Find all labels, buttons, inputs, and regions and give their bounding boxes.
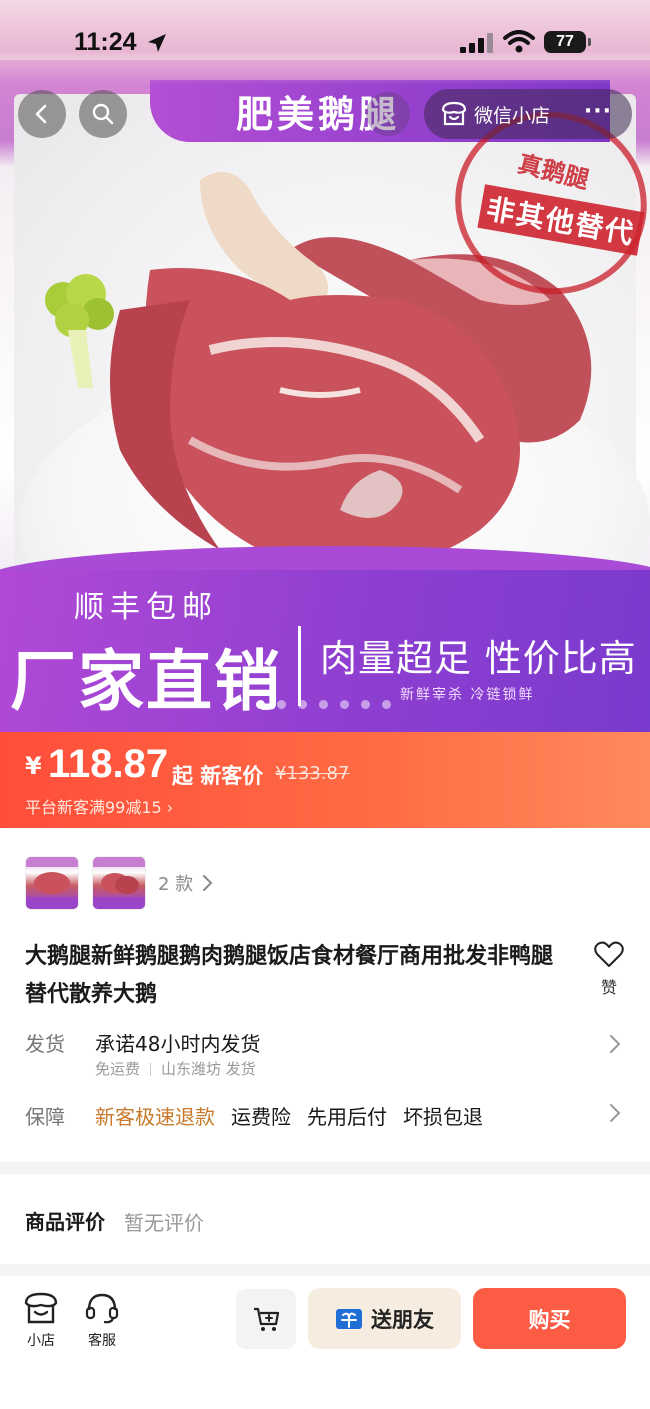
customer-service-button[interactable]: 客服 <box>84 1292 120 1350</box>
shipping-promise[interactable]: 承诺48小时内发货 <box>95 1028 260 1057</box>
price-currency: ¥ <box>25 752 42 780</box>
variant-count[interactable]: 2 款 <box>158 870 193 896</box>
headset-icon <box>85 1293 119 1324</box>
price-value: 118.87 <box>48 742 169 786</box>
shop-icon <box>441 101 467 126</box>
hero-divider <box>298 626 301 706</box>
guarantee-tag-damage-refund: 坏损包退 <box>403 1105 483 1129</box>
variant-thumbnail[interactable] <box>92 856 146 910</box>
variant-image <box>93 857 145 909</box>
shop-nav-label: 小店 <box>27 1333 55 1349</box>
like-button[interactable]: 赞 <box>594 940 624 998</box>
status-time: 11:24 <box>74 28 137 56</box>
shipping-label: 发货 <box>25 1032 65 1056</box>
guarantee-tag-shipping-insurance: 运费险 <box>231 1105 291 1129</box>
price-bar: ¥ 118.87 起 新客价 ¥133.87 平台新客满99减15 › <box>0 732 650 828</box>
guarantee-tag-pay-later: 先用后付 <box>307 1105 387 1129</box>
customer-service-label: 客服 <box>88 1333 116 1349</box>
carousel-dot[interactable] <box>319 700 328 709</box>
original-price: ¥133.87 <box>275 763 350 784</box>
section-divider <box>0 1264 650 1276</box>
nav-transparent-circle <box>366 92 410 136</box>
guarantee-tag-refund: 新客极速退款 <box>95 1105 215 1129</box>
guarantee-tags[interactable]: 新客极速退款 运费险 先用后付 坏损包退 <box>95 1101 483 1130</box>
product-image-carousel[interactable]: 肥美鹅腿 真鹅腿 非其他替代 顺丰包邮 厂家直销 肉量超足 性价比高 新鲜宰杀 … <box>0 60 650 732</box>
chevron-left-icon <box>35 104 47 124</box>
shipping-details: 免运费 山东潍坊 发货 <box>95 1058 256 1079</box>
carousel-dot[interactable] <box>298 700 307 709</box>
chevron-right-icon[interactable] <box>200 874 214 892</box>
search-icon <box>92 103 114 125</box>
section-divider <box>0 1162 650 1174</box>
status-bar: 11:24 77 <box>0 0 650 85</box>
battery-tip <box>588 38 591 46</box>
heart-icon <box>594 941 624 967</box>
free-shipping-text: 免运费 <box>95 1060 141 1078</box>
hero-shipping-text: 顺丰包邮 <box>74 590 218 625</box>
shop-icon <box>24 1292 58 1324</box>
hero-fresh-text: 新鲜宰杀 冷链锁鲜 <box>400 687 535 703</box>
search-button[interactable] <box>79 90 127 138</box>
variant-thumbnail[interactable] <box>25 856 79 910</box>
separator <box>150 1063 152 1076</box>
product-title: 大鹅腿新鲜鹅腿鹅肉鹅腿饭店食材餐厅商用批发非鸭腿替代散养大鹅 <box>25 944 554 1007</box>
buy-button[interactable]: 购买 <box>473 1288 626 1349</box>
price-suffix: 起 新客价 <box>172 764 264 788</box>
add-to-cart-button[interactable] <box>236 1289 296 1349</box>
location-arrow-icon <box>148 34 166 52</box>
shop-nav-button[interactable]: 小店 <box>22 1292 60 1350</box>
hero-slogan-text: 肉量超足 性价比高 <box>320 637 637 680</box>
ship-origin-text: 山东潍坊 发货 <box>161 1060 256 1078</box>
guarantee-label: 保障 <box>25 1105 65 1129</box>
variant-image <box>26 857 78 909</box>
signal-icon <box>460 33 493 53</box>
battery-indicator: 77 <box>544 31 586 53</box>
more-menu-button[interactable]: ··· <box>584 99 612 124</box>
chevron-right-icon[interactable] <box>608 1034 622 1054</box>
cart-plus-icon <box>254 1307 280 1331</box>
promo-link[interactable]: 平台新客满99减15 › <box>25 794 173 818</box>
like-label: 赞 <box>600 978 617 997</box>
gift-to-friend-label: 送朋友 <box>371 1307 434 1332</box>
mini-shop-name[interactable]: 微信小店 <box>474 101 550 128</box>
carousel-dot[interactable] <box>256 700 265 709</box>
gift-to-friend-button[interactable]: 送朋友 <box>308 1288 461 1349</box>
mini-shop-pill[interactable]: 微信小店 ··· <box>424 89 632 139</box>
hero-factory-text: 厂家直销 <box>10 643 282 720</box>
chevron-right-icon[interactable] <box>608 1103 622 1123</box>
carousel-dot[interactable] <box>361 700 370 709</box>
reviews-empty-text: 暂无评价 <box>124 1211 204 1235</box>
reviews-title[interactable]: 商品评价 <box>25 1206 105 1235</box>
carousel-dot[interactable] <box>277 700 286 709</box>
back-button[interactable] <box>18 90 66 138</box>
carousel-dots <box>256 700 391 709</box>
carousel-dot[interactable] <box>340 700 349 709</box>
gift-icon <box>336 1308 362 1329</box>
wifi-icon <box>503 30 535 53</box>
carousel-dot[interactable] <box>382 700 391 709</box>
